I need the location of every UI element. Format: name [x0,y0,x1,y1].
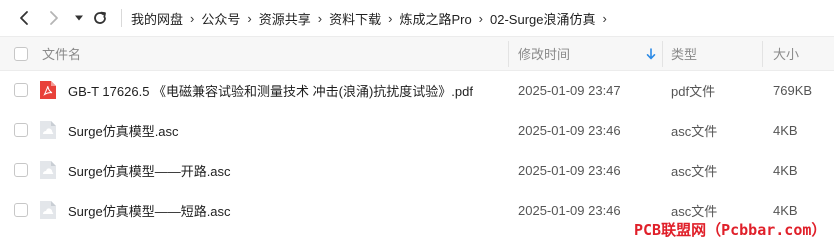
breadcrumb-item-current[interactable]: 02-Surge浪涌仿真 [490,9,595,28]
breadcrumb-separator: › [388,10,393,26]
breadcrumb: 我的网盘 › 公众号 › 资源共享 › 资料下载 › 炼成之路Pro › 02-… [121,0,614,36]
breadcrumb-item[interactable]: 炼成之路Pro [399,9,471,28]
watermark: PCB联盟网（Pcbbar.com） [630,218,831,240]
column-divider[interactable] [508,41,509,67]
table-row[interactable]: Surge仿真模型——开路.asc 2025-01-09 23:46 asc文件… [0,150,834,190]
file-type: pdf文件 [671,83,716,99]
chevron-left-icon [20,11,28,25]
breadcrumb-divider [121,9,122,27]
breadcrumb-item[interactable]: 资源共享 [259,9,311,28]
breadcrumb-separator: › [478,10,484,26]
refresh-button[interactable] [90,8,110,28]
row-checkbox[interactable] [14,123,28,137]
generic-file-icon [40,201,56,219]
header-type[interactable]: 类型 [671,37,697,70]
file-size: 4KB [773,162,798,178]
generic-file-icon [40,161,56,179]
breadcrumb-separator: › [190,10,195,26]
file-size: 4KB [773,122,798,138]
breadcrumb-item[interactable]: 公众号 [201,9,240,28]
file-name[interactable]: Surge仿真模型——开路.asc [68,150,231,190]
column-divider[interactable] [662,41,663,67]
header-size[interactable]: 大小 [773,37,799,70]
table-row[interactable]: Surge仿真模型.asc 2025-01-09 23:46 asc文件 4KB [0,110,834,150]
file-name[interactable]: Surge仿真模型——短路.asc [68,190,231,230]
file-size: 769KB [773,82,813,98]
modified-time: 2025-01-09 23:46 [518,122,621,138]
sort-indicator[interactable] [646,37,656,70]
breadcrumb-separator: › [602,10,607,26]
forward-button[interactable] [44,8,64,28]
breadcrumb-separator: › [317,10,323,26]
modified-time: 2025-01-09 23:46 [518,162,621,178]
row-checkbox[interactable] [14,83,28,97]
file-type: asc文件 [671,163,718,179]
history-dropdown-button[interactable] [69,8,89,28]
caret-down-icon [75,15,83,21]
refresh-icon [94,11,106,24]
table-row[interactable]: GB-T 17626.5 《电磁兼容试验和测量技术 冲击(浪涌)抗扰度试验》.p… [0,70,834,110]
row-checkbox[interactable] [14,203,28,217]
back-button[interactable] [14,8,34,28]
column-divider[interactable] [762,41,763,67]
generic-file-icon [40,121,56,139]
table-header: 文件名 修改时间 类型 大小 [0,36,834,71]
modified-time: 2025-01-09 23:47 [518,82,621,98]
row-checkbox[interactable] [14,163,28,177]
header-name[interactable]: 文件名 [42,37,81,70]
pdf-file-icon [40,81,56,99]
file-name[interactable]: Surge仿真模型.asc [68,110,179,150]
header-modified[interactable]: 修改时间 [518,37,570,70]
file-type: asc文件 [671,123,718,139]
modified-time: 2025-01-09 23:46 [518,202,621,218]
chevron-right-icon [50,11,58,25]
toolbar: 我的网盘 › 公众号 › 资源共享 › 资料下载 › 炼成之路Pro › 02-… [0,0,834,36]
sort-down-arrow-icon [646,47,656,59]
breadcrumb-item[interactable]: 我的网盘 [131,9,183,28]
breadcrumb-separator: › [247,10,252,26]
select-all-checkbox[interactable] [14,47,28,61]
breadcrumb-item[interactable]: 资料下载 [329,9,381,28]
file-name[interactable]: GB-T 17626.5 《电磁兼容试验和测量技术 冲击(浪涌)抗扰度试验》.p… [68,70,473,110]
